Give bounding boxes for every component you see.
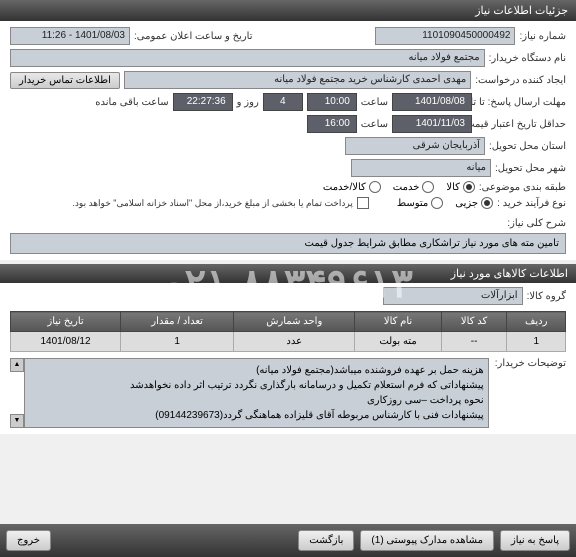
radio-service-label: خدمت [393, 182, 420, 193]
time-label-2: ساعت [361, 119, 388, 130]
td-code: -- [441, 332, 507, 352]
radio-service[interactable]: خدمت [393, 181, 435, 193]
time-label-1: ساعت [361, 97, 388, 108]
form-area: شماره نیاز: 1101090450000492 تاریخ و ساع… [0, 21, 576, 260]
back-button[interactable]: بازگشت [298, 530, 354, 551]
radio-medium-label: متوسط [397, 198, 428, 209]
deadline-label: مهلت ارسال پاسخ: تا تاریخ: [476, 97, 566, 108]
contact-info-button[interactable]: اطلاعات تماس خریدار [10, 72, 120, 89]
purchase-type-label: نوع فرآیند خرید : [497, 198, 566, 209]
scroll-arrows: ▲ ▼ [10, 358, 24, 428]
radio-partial[interactable]: جزیی [455, 197, 493, 209]
need-number-field: 1101090450000492 [375, 27, 515, 45]
buyer-note-line3: نحوه پرداخت –سی روزکاری [29, 393, 484, 408]
requester-field: مهدی احمدی کارشناس خرید مجتمع فولاد میان… [124, 71, 471, 89]
announce-date-label: تاریخ و ساعت اعلان عمومی: [134, 31, 253, 42]
scroll-up-icon[interactable]: ▲ [10, 358, 24, 372]
group-label: گروه کالا: [527, 291, 566, 302]
td-date: 1401/08/12 [11, 332, 121, 352]
td-name: مته بولت [355, 332, 441, 352]
payment-note-label: پرداخت تمام یا بخشی از مبلغ خرید،از محل … [72, 198, 352, 209]
radio-both-label: کالا/خدمت [323, 182, 366, 193]
header-title: جزئیات اطلاعات نیاز [475, 5, 568, 17]
city-field: میانه [351, 159, 491, 177]
need-number-label: شماره نیاز: [519, 31, 566, 42]
category-radio-group: کالا خدمت کالا/خدمت [323, 181, 475, 193]
exit-button[interactable]: خروج [6, 530, 51, 551]
radio-both-circle [369, 181, 381, 193]
main-header: جزئیات اطلاعات نیاز [0, 0, 576, 21]
group-field: ابزارآلات [383, 287, 523, 305]
payment-checkbox[interactable] [357, 197, 369, 209]
validity-time-field: 16:00 [307, 115, 357, 133]
radio-partial-circle [481, 197, 493, 209]
attachments-button[interactable]: مشاهده مدارک پیوستی (1) [360, 530, 494, 551]
bottom-bar: پاسخ به نیاز مشاهده مدارک پیوستی (1) باز… [0, 524, 576, 557]
requester-label: ایجاد کننده درخواست: [475, 75, 566, 86]
deadline-date-field: 1401/08/08 [392, 93, 472, 111]
announce-date-field: 1401/08/03 - 11:26 [10, 27, 130, 45]
th-unit: واحد شمارش [234, 312, 355, 332]
th-name: نام کالا [355, 312, 441, 332]
td-row: 1 [507, 332, 566, 352]
goods-table: ردیف کد کالا نام کالا واحد شمارش تعداد /… [10, 311, 566, 352]
days-count-field: 4 [263, 93, 303, 111]
radio-goods-circle [463, 181, 475, 193]
buyer-org-label: نام دستگاه خریدار: [489, 53, 566, 64]
validity-label: حداقل تاریخ اعتبار قیمت: تا تاریخ: [476, 119, 566, 130]
buyer-note-line2: پیشنهاداتی که فرم استعلام تکمیل و درساما… [29, 378, 484, 393]
td-unit: عدد [234, 332, 355, 352]
table-row[interactable]: 1 -- مته بولت عدد 1 1401/08/12 [11, 332, 566, 352]
th-qty: تعداد / مقدار [121, 312, 234, 332]
th-code: کد کالا [441, 312, 507, 332]
radio-service-circle [422, 181, 434, 193]
category-label: طبقه بندی موضوعی: [479, 182, 566, 193]
radio-partial-label: جزیی [455, 198, 478, 209]
th-row: ردیف [507, 312, 566, 332]
deadline-time-field: 10:00 [307, 93, 357, 111]
remaining-label: ساعت باقی مانده [95, 97, 168, 108]
buyer-notes-text: هزینه حمل بر عهده فروشنده میباشد(مجتمع ف… [24, 358, 489, 428]
goods-section-title: اطلاعات کالاهای مورد نیاز [451, 268, 568, 280]
respond-button[interactable]: پاسخ به نیاز [500, 530, 570, 551]
radio-goods-label: کالا [446, 182, 460, 193]
th-date: تاریخ نیاز [11, 312, 121, 332]
validity-date-field: 1401/11/03 [392, 115, 472, 133]
goods-section-header: اطلاعات کالاهای مورد نیاز [0, 264, 576, 283]
radio-medium-circle [431, 197, 443, 209]
desc-field: تامین مته های مورد نیاز تراشکاری مطابق ش… [10, 233, 566, 254]
radio-medium[interactable]: متوسط [397, 197, 443, 209]
radio-goods[interactable]: کالا [446, 181, 475, 193]
radio-both[interactable]: کالا/خدمت [323, 181, 381, 193]
buyer-org-field: مجتمع فولاد میانه [10, 49, 485, 67]
days-label: روز و [237, 97, 259, 108]
province-field: آذربایجان شرقی [345, 137, 485, 155]
city-label: شهر محل تحویل: [495, 163, 566, 174]
buyer-note-line1: هزینه حمل بر عهده فروشنده میباشد(مجتمع ف… [29, 363, 484, 378]
countdown-field: 22:27:36 [173, 93, 233, 111]
buyer-notes-label: توضیحات خریدار: [495, 358, 566, 369]
scroll-down-icon[interactable]: ▼ [10, 414, 24, 428]
td-qty: 1 [121, 332, 234, 352]
buyer-note-line4: پیشنهادات فنی با کارشناس مربوطه آقای قلی… [29, 408, 484, 423]
purchase-type-radio-group: جزیی متوسط [397, 197, 493, 209]
desc-label: شرح کلی نیاز: [507, 218, 566, 229]
province-label: استان محل تحویل: [489, 141, 566, 152]
